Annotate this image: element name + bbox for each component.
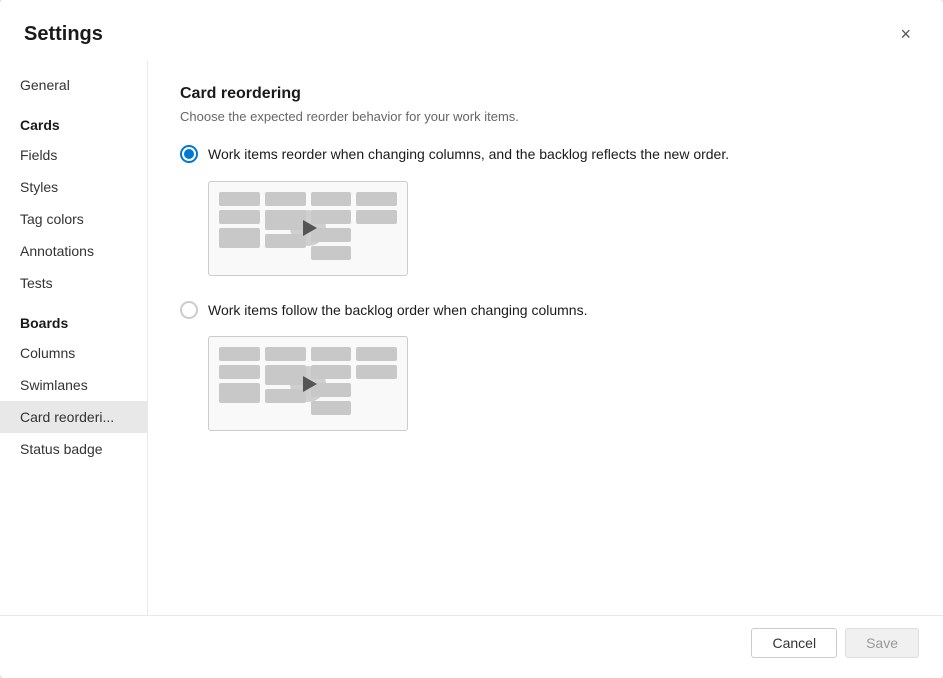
preview-card <box>311 401 352 415</box>
preview-card <box>356 347 397 361</box>
play-button-option2[interactable] <box>290 366 326 402</box>
option2-label: Work items follow the backlog order when… <box>208 300 587 321</box>
radio-button-option1[interactable] <box>180 145 198 163</box>
sidebar-section-cards: Cards <box>0 101 147 139</box>
preview-card <box>265 347 306 361</box>
preview-card <box>311 347 352 361</box>
play-button-option1[interactable] <box>290 210 326 246</box>
preview-card <box>219 210 260 224</box>
preview-col-4 <box>356 347 397 420</box>
sidebar-item-general[interactable]: General <box>0 69 147 101</box>
sidebar-item-card-reordering[interactable]: Card reorderi... <box>0 401 147 433</box>
dialog-body: General Cards Fields Styles Tag colors A… <box>0 61 943 615</box>
preview-card <box>219 347 260 361</box>
close-button[interactable]: × <box>892 20 919 49</box>
option-row-1: Work items reorder when changing columns… <box>180 144 911 165</box>
dialog-title: Settings <box>24 23 103 46</box>
sidebar-item-columns[interactable]: Columns <box>0 337 147 369</box>
preview-card <box>219 192 260 206</box>
option1-label: Work items reorder when changing columns… <box>208 144 729 165</box>
preview-col-1 <box>219 192 260 265</box>
preview-box-option2 <box>208 336 408 431</box>
option-row-2: Work items follow the backlog order when… <box>180 300 911 321</box>
save-button[interactable]: Save <box>845 628 919 658</box>
sidebar-item-swimlanes[interactable]: Swimlanes <box>0 369 147 401</box>
sidebar-section-boards: Boards <box>0 299 147 337</box>
sidebar-item-fields[interactable]: Fields <box>0 139 147 171</box>
section-title: Card reordering <box>180 85 911 103</box>
preview-card <box>219 228 260 248</box>
preview-col-4 <box>356 192 397 265</box>
play-icon <box>303 376 317 392</box>
settings-dialog: Settings × General Cards Fields Styles T… <box>0 0 943 678</box>
preview-card <box>265 192 306 206</box>
preview-card <box>311 246 352 260</box>
sidebar-item-tag-colors[interactable]: Tag colors <box>0 203 147 235</box>
sidebar-item-tests[interactable]: Tests <box>0 267 147 299</box>
dialog-footer: Cancel Save <box>0 615 943 678</box>
play-icon <box>303 220 317 236</box>
radio-button-option2[interactable] <box>180 301 198 319</box>
cancel-button[interactable]: Cancel <box>751 628 837 658</box>
sidebar-item-styles[interactable]: Styles <box>0 171 147 203</box>
sidebar-item-status-badge[interactable]: Status badge <box>0 433 147 465</box>
preview-card <box>356 192 397 206</box>
sidebar-item-annotations[interactable]: Annotations <box>0 235 147 267</box>
dialog-header: Settings × <box>0 0 943 61</box>
preview-card <box>356 210 397 224</box>
section-description: Choose the expected reorder behavior for… <box>180 109 911 124</box>
preview-card <box>219 383 260 403</box>
sidebar: General Cards Fields Styles Tag colors A… <box>0 61 148 615</box>
content-area: Card reordering Choose the expected reor… <box>148 61 943 615</box>
preview-card <box>356 365 397 379</box>
preview-card <box>219 365 260 379</box>
preview-card <box>311 192 352 206</box>
preview-col-1 <box>219 347 260 420</box>
preview-box-option1 <box>208 181 408 276</box>
